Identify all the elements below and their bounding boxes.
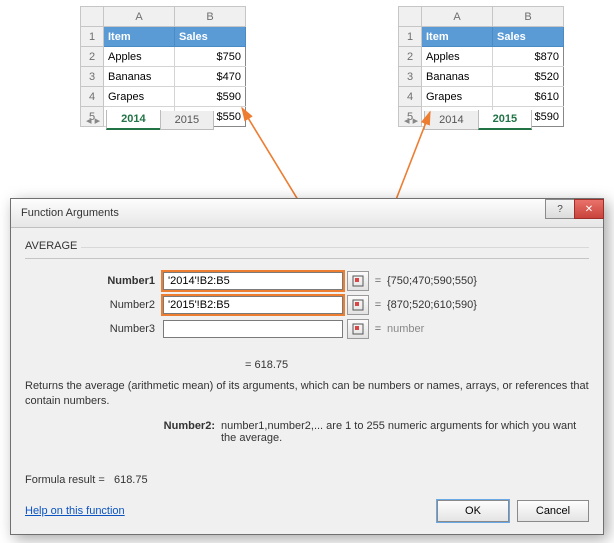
argument-desc-label: Number2:: [25, 420, 221, 444]
collapse-dialog-icon[interactable]: [347, 271, 369, 291]
col-header[interactable]: A: [104, 7, 175, 27]
arg-label: Number2: [25, 299, 163, 311]
sheet-tabbar-right: ◂ ▸ 2014 2015: [398, 110, 531, 130]
argument-desc-text: number1,number2,... are 1 to 255 numeric…: [221, 420, 589, 444]
cell-header[interactable]: Sales: [175, 27, 246, 47]
cell[interactable]: Bananas: [422, 67, 493, 87]
row-header[interactable]: 3: [399, 67, 422, 87]
close-icon[interactable]: ✕: [574, 199, 604, 219]
dialog-titlebar[interactable]: Function Arguments ? ✕: [11, 199, 603, 228]
row-header[interactable]: 2: [399, 47, 422, 67]
function-description: Returns the average (arithmetic mean) of…: [25, 379, 589, 410]
cell[interactable]: Apples: [104, 47, 175, 67]
function-name: AVERAGE: [25, 236, 589, 259]
select-all-corner[interactable]: [81, 7, 104, 27]
computed-result: = 618.75: [25, 359, 589, 371]
row-header[interactable]: 1: [399, 27, 422, 47]
argument-list: Number1 = {750;470;590;550} Number2 = {8…: [25, 269, 589, 341]
formula-result: Formula result = 618.75: [25, 474, 589, 486]
tab-nav-icon[interactable]: ◂ ▸: [80, 114, 106, 127]
sheet-tabbar-left: ◂ ▸ 2014 2015: [80, 110, 213, 130]
arg-label: Number3: [25, 323, 163, 335]
arg-result: {750;470;590;550}: [387, 275, 477, 287]
cell[interactable]: Apples: [422, 47, 493, 67]
arg-number3-input[interactable]: [163, 320, 343, 338]
collapse-dialog-icon[interactable]: [347, 295, 369, 315]
arg-number2-input[interactable]: [163, 296, 343, 314]
cell[interactable]: Bananas: [104, 67, 175, 87]
row-header[interactable]: 3: [81, 67, 104, 87]
cell-header[interactable]: Sales: [493, 27, 564, 47]
col-header[interactable]: B: [493, 7, 564, 27]
cell[interactable]: $750: [175, 47, 246, 67]
sheet-tab-2015[interactable]: 2015: [478, 110, 532, 130]
sheet-tab-2014[interactable]: 2014: [106, 110, 160, 130]
argument-description: Number2: number1,number2,... are 1 to 25…: [25, 420, 589, 444]
col-header[interactable]: A: [422, 7, 493, 27]
function-arguments-dialog: Function Arguments ? ✕ AVERAGE Number1 =…: [10, 198, 604, 535]
row-header[interactable]: 2: [81, 47, 104, 67]
tab-nav-icon[interactable]: ◂ ▸: [398, 114, 424, 127]
worksheet-2014[interactable]: A B 1 Item Sales 2 Apples $750 3 Bananas…: [80, 6, 246, 127]
ok-button[interactable]: OK: [437, 500, 509, 522]
help-link[interactable]: Help on this function: [25, 505, 429, 517]
cell[interactable]: $870: [493, 47, 564, 67]
select-all-corner[interactable]: [399, 7, 422, 27]
equals-sign: =: [369, 323, 387, 335]
equals-sign: =: [369, 275, 387, 287]
cell-header[interactable]: Item: [422, 27, 493, 47]
sheet-tab-2015[interactable]: 2015: [160, 111, 214, 130]
arg-result: {870;520;610;590}: [387, 299, 477, 311]
arg-number1-input[interactable]: [163, 272, 343, 290]
collapse-dialog-icon[interactable]: [347, 319, 369, 339]
row-header[interactable]: 4: [81, 87, 104, 107]
cancel-button[interactable]: Cancel: [517, 500, 589, 522]
cell[interactable]: Grapes: [422, 87, 493, 107]
dialog-title: Function Arguments: [21, 207, 119, 219]
cell[interactable]: $590: [175, 87, 246, 107]
help-icon[interactable]: ?: [545, 199, 575, 219]
col-header[interactable]: B: [175, 7, 246, 27]
equals-sign: =: [369, 299, 387, 311]
arg-result: number: [387, 323, 424, 335]
cell[interactable]: $470: [175, 67, 246, 87]
worksheet-2015[interactable]: A B 1 Item Sales 2 Apples $870 3 Bananas…: [398, 6, 564, 127]
cell-header[interactable]: Item: [104, 27, 175, 47]
row-header[interactable]: 1: [81, 27, 104, 47]
arg-label: Number1: [25, 275, 163, 287]
sheet-tab-2014[interactable]: 2014: [424, 111, 478, 130]
cell[interactable]: Grapes: [104, 87, 175, 107]
cell[interactable]: $610: [493, 87, 564, 107]
row-header[interactable]: 4: [399, 87, 422, 107]
cell[interactable]: $520: [493, 67, 564, 87]
